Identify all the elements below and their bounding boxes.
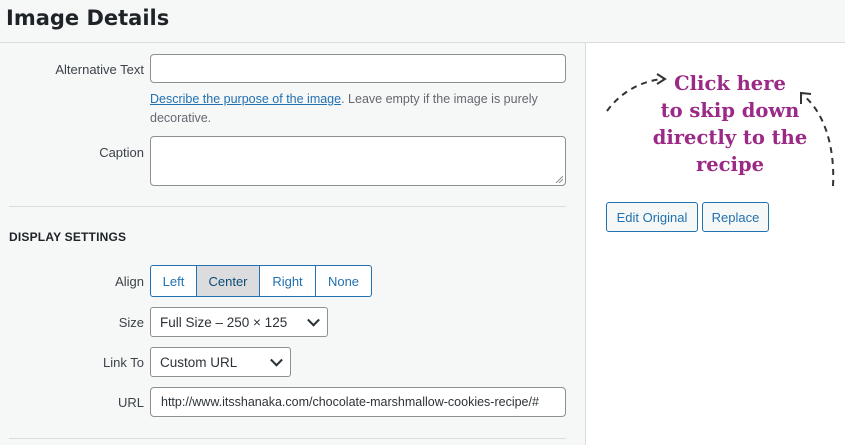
link-to-select-value: Custom URL: [160, 354, 238, 370]
size-label: Size: [118, 315, 144, 330]
alt-text-help: Describe the purpose of the image. Leave…: [150, 90, 570, 128]
replace-button[interactable]: Replace: [702, 202, 769, 232]
alt-text-label: Alternative Text: [55, 62, 144, 77]
annotation-line: Click here: [674, 72, 786, 95]
annotation-line: to skip down: [660, 99, 800, 122]
url-input[interactable]: http://www.itsshanaka.com/chocolate-mars…: [150, 387, 566, 417]
resize-grip-icon[interactable]: [555, 175, 563, 183]
align-left-button[interactable]: Left: [150, 265, 197, 297]
chevron-down-icon: [307, 313, 320, 327]
page-title: Image Details: [6, 6, 170, 30]
size-select[interactable]: Full Size – 250 × 125: [150, 307, 328, 337]
link-to-select[interactable]: Custom URL: [150, 347, 291, 377]
url-label: URL: [117, 395, 144, 410]
divider: [9, 206, 566, 207]
annotation-line: recipe: [695, 153, 764, 176]
size-select-value: Full Size – 250 × 125: [160, 314, 288, 330]
align-none-button[interactable]: None: [316, 265, 372, 297]
modal-header: Image Details: [0, 0, 845, 43]
alt-text-input[interactable]: [150, 54, 566, 83]
annotation-line: directly to the: [652, 126, 808, 149]
align-label: Align: [115, 274, 144, 289]
caption-textarea[interactable]: [150, 136, 566, 186]
link-to-label: Link To: [103, 355, 144, 370]
align-button-group: Left Center Right None: [150, 265, 372, 297]
describe-purpose-link[interactable]: Describe the purpose of the image: [150, 92, 341, 106]
edit-original-button[interactable]: Edit Original: [606, 202, 698, 232]
display-settings-title: DISPLAY SETTINGS: [9, 230, 127, 244]
align-right-button[interactable]: Right: [260, 265, 316, 297]
align-center-button[interactable]: Center: [197, 265, 260, 297]
divider: [9, 438, 566, 439]
caption-label: Caption: [99, 145, 144, 160]
skip-to-recipe-annotation[interactable]: Click here to skip down directly to the …: [645, 70, 815, 178]
chevron-down-icon: [270, 353, 283, 367]
